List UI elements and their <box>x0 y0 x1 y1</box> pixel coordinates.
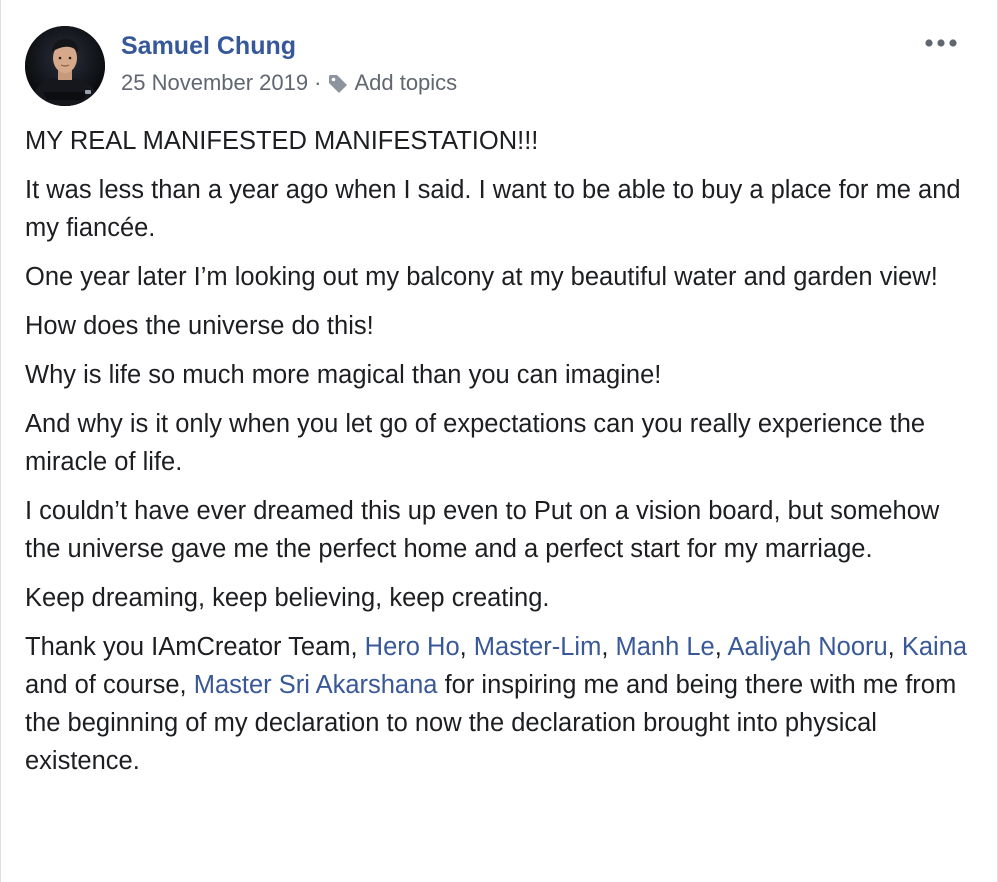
post-paragraph: Keep dreaming, keep believing, keep crea… <box>25 584 550 612</box>
thanks-separator: , <box>887 633 902 661</box>
tagged-person-link-hero-ho[interactable]: Hero Ho <box>365 633 460 661</box>
thanks-separator: , <box>714 633 728 661</box>
post-paragraph: One year later I’m looking out my balcon… <box>25 263 938 291</box>
post-paragraph: And why is it only when you let go of ex… <box>25 410 926 476</box>
thanks-separator: , <box>459 633 474 661</box>
thanks-separator: , <box>601 633 616 661</box>
meta-separator: · <box>314 70 322 95</box>
post-paragraph: I couldn’t have ever dreamed this up eve… <box>25 497 940 563</box>
avatar[interactable] <box>25 26 105 106</box>
author-name-link[interactable]: Samuel Chung <box>121 32 296 61</box>
post-meta: 25 November 2019 · Add topics <box>121 70 457 96</box>
avatar-image <box>25 26 105 106</box>
post-body: MY REAL MANIFESTED MANIFESTATION!!! It w… <box>25 122 975 791</box>
tagged-person-link-kaina[interactable]: Kaina <box>902 633 967 661</box>
post-paragraph: How does the universe do this! <box>25 312 374 340</box>
post-header: Samuel Chung 25 November 2019 · Add topi… <box>25 26 975 106</box>
post-card: Samuel Chung 25 November 2019 · Add topi… <box>0 0 998 882</box>
post-paragraph: Why is life so much more magical than yo… <box>25 361 662 389</box>
thanks-paragraph: Thank you IAmCreator Team, Hero Ho, Mast… <box>25 628 975 780</box>
more-horizontal-icon <box>925 39 957 47</box>
tagged-person-link-aaliyah-nooru[interactable]: Aaliyah Nooru <box>728 633 888 661</box>
tag-icon <box>327 73 349 95</box>
tagged-person-link-master-sri-akarshana[interactable]: Master Sri Akarshana <box>194 671 438 699</box>
post-paragraph: MY REAL MANIFESTED MANIFESTATION!!! <box>25 127 539 155</box>
thanks-mid-text: and of course, <box>25 671 194 699</box>
more-options-button[interactable] <box>923 30 959 56</box>
post-timestamp-link[interactable]: 25 November 2019 <box>121 70 308 96</box>
tagged-person-link-master-lim[interactable]: Master-Lim <box>474 633 602 661</box>
add-topics-link[interactable]: Add topics <box>354 70 457 96</box>
thanks-intro-text: Thank you IAmCreator Team, <box>25 633 365 661</box>
post-paragraph: It was less than a year ago when I said.… <box>25 176 961 242</box>
tagged-person-link-manh-le[interactable]: Manh Le <box>615 633 714 661</box>
